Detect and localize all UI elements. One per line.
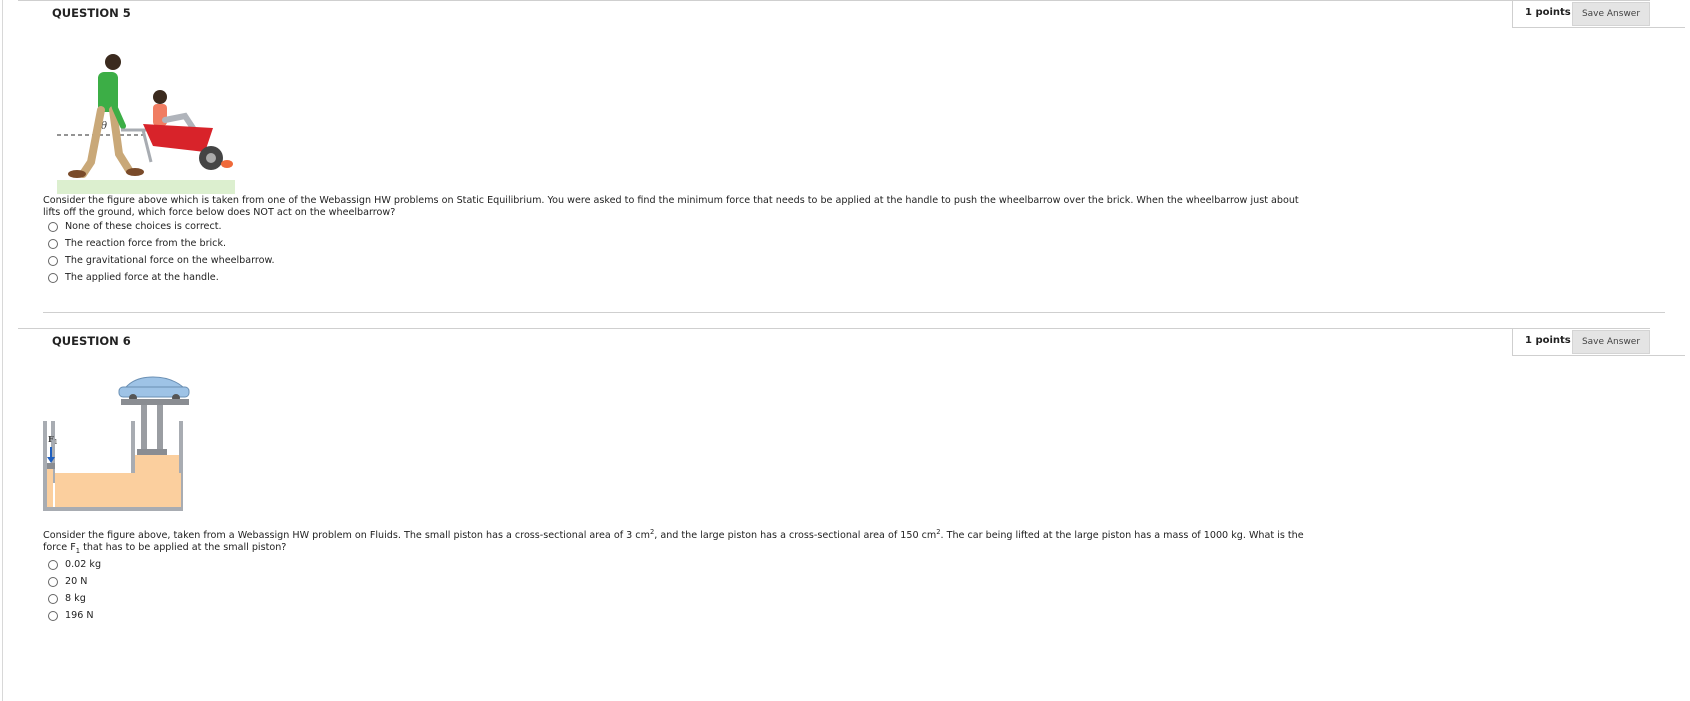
answer-choice[interactable]: 8 kg [48,593,86,604]
question-top-rule [18,328,1650,329]
question-text-part: Consider the figure above, taken from a … [43,530,650,542]
radio-button[interactable] [48,238,58,249]
wheelbarrow-figure: θ [57,54,235,194]
hydraulic-lift-figure: F 1 [43,376,190,511]
answer-choice[interactable]: 196 N [48,610,94,621]
answer-choice[interactable]: None of these choices is correct. [48,221,222,232]
question-text-part: that has to be applied at the small pist… [80,542,287,554]
choice-label: 196 N [65,610,94,621]
save-answer-button[interactable]: Save Answer [1572,2,1650,26]
choice-label: 8 kg [65,593,86,604]
points-label: 1 points [1525,7,1571,18]
answer-choice[interactable]: 0.02 kg [48,559,101,570]
radio-button[interactable] [48,221,58,232]
radio-button[interactable] [48,610,58,621]
question-text: Consider the figure above which is taken… [43,195,1299,218]
radio-button[interactable] [48,559,58,570]
choice-label: 0.02 kg [65,559,102,570]
radio-button[interactable] [48,255,58,266]
points-box: 1 points Save Answer [1512,328,1685,356]
answer-choice[interactable]: 20 N [48,576,87,587]
question-text: Consider the figure above, taken from a … [43,526,1313,557]
answer-choice[interactable]: The applied force at the handle. [48,272,219,283]
radio-button[interactable] [48,272,58,283]
points-label: 1 points [1525,335,1571,346]
force-subscript: 1 [54,439,58,446]
choice-label: The reaction force from the brick. [65,238,227,249]
save-answer-button[interactable]: Save Answer [1572,330,1650,354]
question-title: QUESTION 6 [52,334,131,348]
radio-button[interactable] [48,576,58,587]
choice-label: 20 N [65,576,88,587]
answer-choice[interactable]: The reaction force from the brick. [48,238,226,249]
choice-label: None of these choices is correct. [65,221,222,232]
choice-label: The applied force at the handle. [65,272,219,283]
question-separator [43,312,1665,313]
choice-label: The gravitational force on the wheelbarr… [65,255,275,266]
question-6: QUESTION 6 1 points Save Answer F 1 Cons… [18,328,1685,701]
question-top-rule [18,0,1650,1]
answer-choice[interactable]: The gravitational force on the wheelbarr… [48,255,275,266]
question-5: QUESTION 5 1 points Save Answer θ Consid… [18,0,1685,340]
points-box: 1 points Save Answer [1512,0,1685,28]
radio-button[interactable] [48,593,58,604]
question-text-part: , and the large piston has a cross-secti… [654,530,937,542]
page-left-border [2,0,3,701]
question-title: QUESTION 5 [52,6,131,20]
